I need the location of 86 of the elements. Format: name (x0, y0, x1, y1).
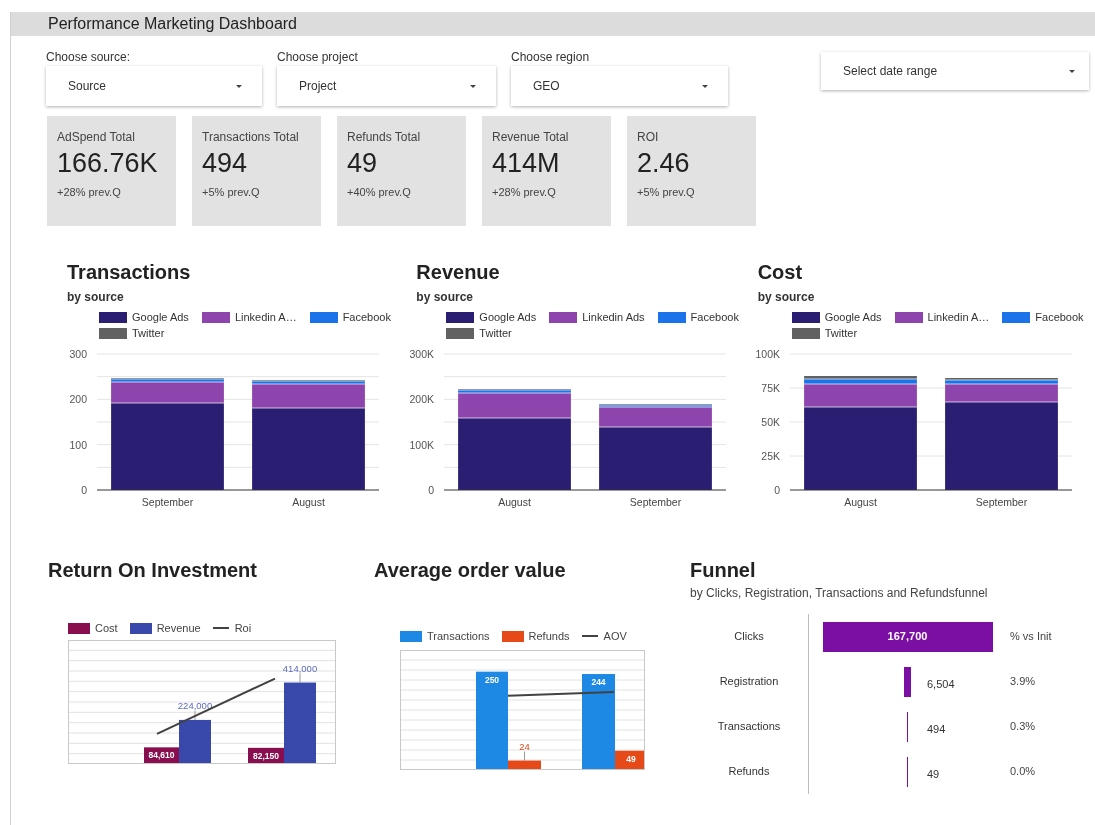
funnel-percentage: 0.3% (1010, 719, 1036, 735)
axis-category-label: August (843, 496, 877, 508)
data-label: 49 (626, 753, 636, 764)
funnel-value: 167,700 (887, 629, 928, 645)
data-label: 224,000 (177, 699, 213, 711)
axis-tick-label: 0 (773, 484, 780, 496)
funnel-stage-label: Transactions (716, 719, 782, 735)
filter-label: Choose region (511, 49, 591, 66)
axis-category-label: August (292, 496, 325, 508)
scorecard-label: ROI (637, 130, 659, 144)
legend-label: Facebook (1035, 310, 1084, 324)
scorecard-value: 49 (347, 147, 378, 180)
chart-subtitle: by source (67, 289, 125, 306)
legend-label: Revenue (156, 621, 201, 636)
axis-category-label: September (141, 496, 194, 508)
filter-label: Choose project (277, 49, 359, 66)
filter-label: Choose source: (46, 49, 132, 66)
legend-label: Google Ads (824, 310, 882, 324)
funnel-stage-label: Refunds (727, 764, 771, 780)
scorecard-change: +28% prev.Q (492, 185, 556, 200)
scorecard-label: Revenue Total (492, 130, 569, 144)
axis-tick-label: 200K (409, 393, 435, 406)
axis-tick-label: 300K (409, 348, 435, 360)
legend-label: Google Ads (132, 310, 189, 324)
legend-label: Facebook (690, 310, 739, 324)
scorecard-change: +28% prev.Q (57, 185, 121, 200)
funnel-stage-label: Registration (718, 674, 780, 690)
scorecard-change: +40% prev.Q (347, 185, 411, 200)
chart-subtitle: by source (416, 289, 475, 306)
scorecard-label: AdSpend Total (57, 130, 135, 144)
scorecard-value: 166.76K (57, 147, 158, 180)
axis-tick-label: 100K (755, 348, 780, 360)
axis-tick-label: 300 (69, 348, 87, 360)
axis-category-label: September (630, 496, 682, 508)
axis-tick-label: 0 (428, 484, 435, 496)
axis-tick-label: 0 (81, 484, 87, 496)
legend-label: Facebook (342, 310, 391, 324)
legend-label: Twitter (824, 326, 858, 340)
legend-label: Roi (234, 621, 252, 636)
chart-title: Funnel (690, 558, 757, 582)
dashboard-title: Performance Marketing Dashboard (48, 14, 297, 34)
axis-category-label: August (498, 496, 532, 508)
axis-tick-label: 25K (760, 450, 780, 462)
scorecard-change: +5% prev.Q (637, 185, 695, 200)
axis-tick-label: 50K (760, 416, 780, 428)
chart-subtitle: by source (757, 289, 816, 306)
legend-label: Refunds (528, 629, 570, 644)
axis-category-label: September (975, 496, 1027, 508)
axis-tick-label: 200 (69, 393, 87, 406)
axis-tick-label: 100K (409, 438, 435, 451)
chart-title: Return On Investment (48, 558, 258, 582)
funnel-stage-label: Clicks (733, 629, 765, 645)
funnel-percentage: 0.0% (1010, 764, 1036, 780)
chart-title: Transactions (67, 260, 192, 284)
chart-title: Average order value (374, 558, 567, 582)
chart-title: Cost (757, 260, 804, 284)
scorecard-value: 2.46 (637, 147, 690, 180)
legend-label: Linkedin A… (927, 310, 990, 324)
axis-tick-label: 75K (760, 382, 780, 394)
data-label: 244 (591, 677, 606, 688)
funnel-value: 494 (927, 722, 946, 737)
axis-tick-label: 100 (69, 438, 87, 451)
legend-label: Twitter (479, 326, 512, 340)
funnel-value: 6,504 (927, 677, 955, 692)
data-label: 82,150 (253, 750, 279, 761)
data-label: 24 (519, 740, 530, 752)
chart-title: Revenue (416, 260, 501, 284)
scorecard-label: Refunds Total (347, 130, 421, 144)
legend-label: Google Ads (479, 310, 537, 324)
legend-label: Twitter (132, 326, 165, 340)
scorecard-change: +5% prev.Q (202, 185, 260, 200)
scorecard-value: 414M (492, 147, 560, 180)
data-label: 84,610 (148, 750, 175, 761)
legend-label: AOV (603, 629, 627, 644)
funnel-percentage: 3.9% (1010, 674, 1036, 690)
column-header: % vs Init (1010, 629, 1052, 645)
data-label: 414,000 (282, 662, 318, 674)
scorecard-value: 494 (202, 147, 248, 180)
legend-label: Transactions (427, 629, 490, 644)
scorecard-label: Transactions Total (202, 130, 299, 144)
legend-label: Linkedin A… (234, 310, 297, 324)
funnel-value: 49 (927, 767, 940, 782)
legend-label: Cost (95, 621, 118, 636)
data-label: 250 (484, 674, 500, 685)
chart-subtitle: by Clicks, Registration, Transactions and Refundsfunnel (690, 585, 989, 602)
legend-label: Linkedin Ads (582, 310, 645, 324)
